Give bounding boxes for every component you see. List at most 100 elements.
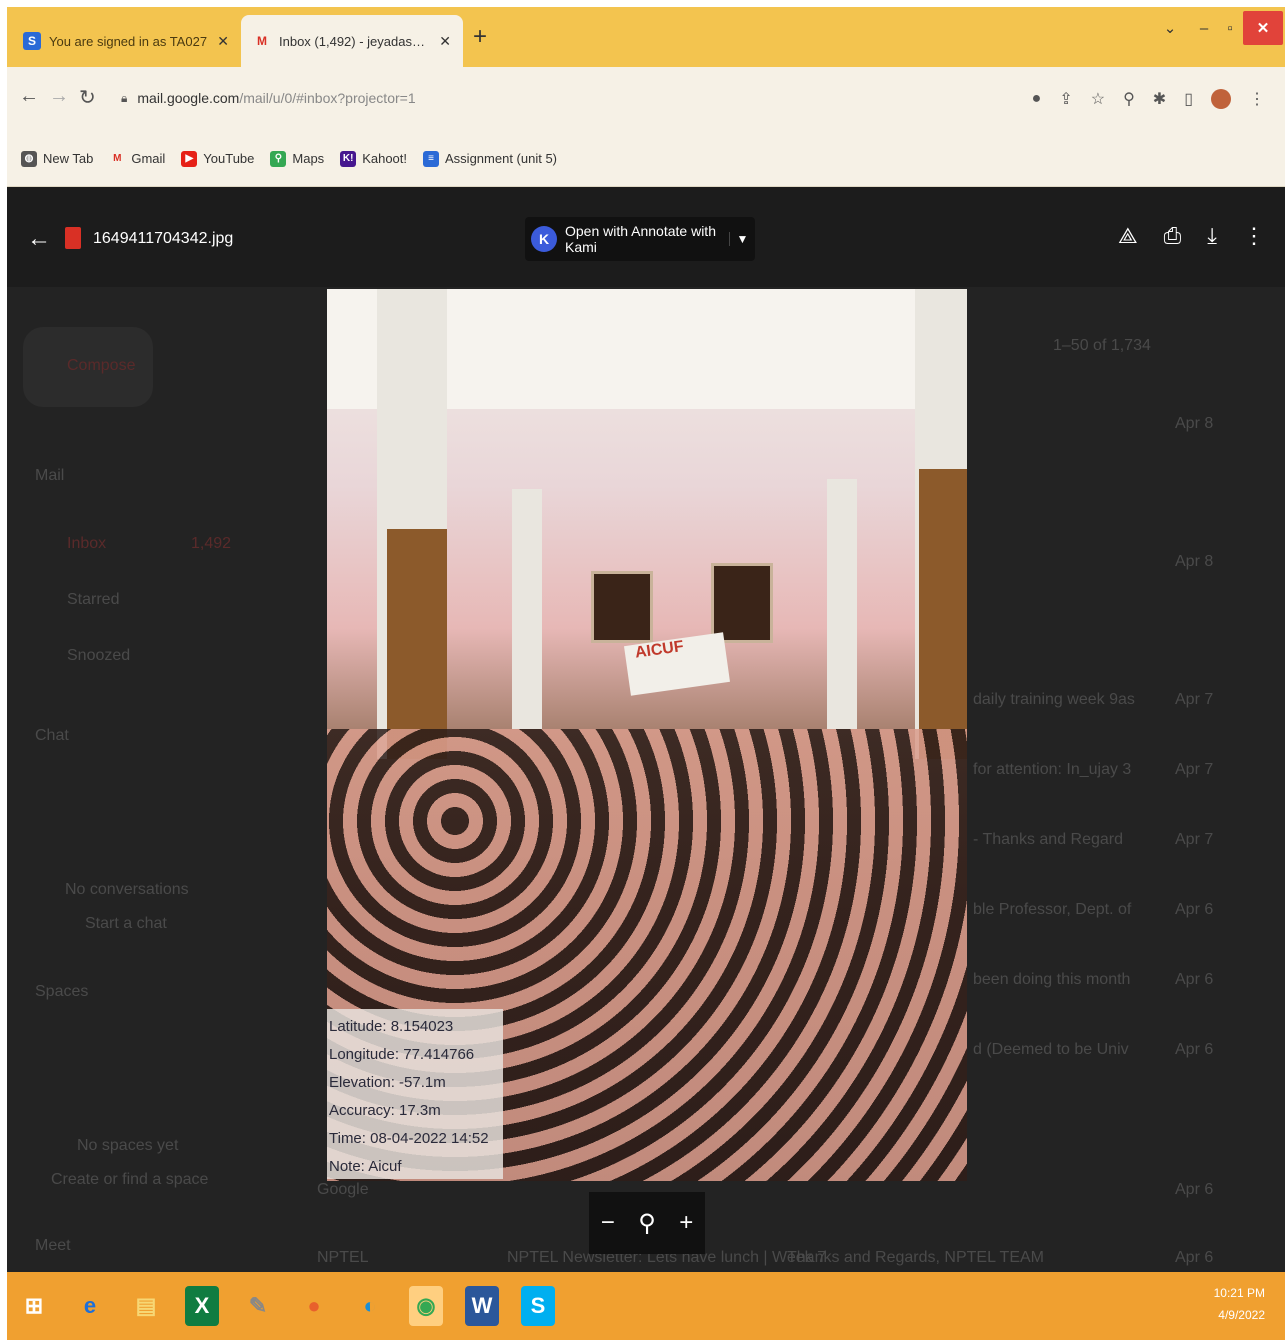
close-icon[interactable]: ✕ [217, 33, 229, 50]
tab-gmail-inbox[interactable]: M Inbox (1,492) - jeyadasy@holy... ✕ [241, 15, 463, 67]
firefox-icon[interactable]: ● [297, 1286, 331, 1326]
nav-starred[interactable]: Starred [67, 591, 119, 609]
star-icon[interactable]: ☆ [1091, 89, 1105, 109]
gmail-icon: M [113, 153, 122, 164]
browser-toolbar: ← → ↻ 🔒︎ mail.google.com/mail/u/0/#inbox… [7, 67, 1285, 131]
windows-taskbar: ⊞ e ▤ X ✎ ● ◐ ◉ W S 10:21 PM 4/9/2022 [7, 1272, 1285, 1340]
nav-chat[interactable]: Chat [35, 727, 69, 745]
side-panel-icon[interactable]: ▯ [1184, 89, 1193, 109]
edge-icon[interactable]: ◐ [353, 1286, 387, 1326]
download-icon[interactable]: ⤓ [1207, 223, 1217, 249]
excel-icon[interactable]: X [185, 1286, 219, 1326]
kami-icon: K [531, 226, 557, 252]
geotag-longitude: Longitude: 77.414766 [329, 1046, 475, 1063]
back-icon[interactable]: ← [19, 85, 39, 108]
bookmark-maps[interactable]: ⚲ Maps [270, 150, 325, 167]
nav-meet[interactable]: Meet [35, 1237, 71, 1255]
bookmark-new-tab[interactable]: ◍ New Tab [21, 150, 94, 167]
bookmark-label: Gmail [131, 151, 166, 166]
word-icon[interactable]: W [465, 1286, 499, 1326]
email-date: Apr 8 [1175, 415, 1214, 432]
zoom-in-button[interactable]: + [679, 1209, 693, 1237]
extensions-puzzle-icon[interactable]: ✱ [1153, 89, 1166, 109]
maximize-button[interactable]: ▫ [1217, 11, 1243, 45]
bookmark-assignment[interactable]: ≡ Assignment (unit 5) [423, 150, 558, 167]
open-with-button[interactable]: K Open with Annotate with Kami ▼ [525, 217, 755, 261]
profile-avatar[interactable] [1211, 89, 1231, 109]
email-snippet: for attention: In_ujay 3 [973, 761, 1132, 778]
photo-pillar-base [919, 469, 967, 759]
new-tab-button[interactable]: + [473, 23, 487, 51]
bookmark-label: Maps [292, 151, 325, 166]
email-sender: Google [317, 1181, 369, 1198]
nav-spaces[interactable]: Spaces [35, 983, 88, 1001]
pagination-text: 1–50 of 1,734 [1053, 337, 1151, 354]
dropdown-arrow-icon[interactable]: ▼ [729, 232, 755, 246]
nav-inbox[interactable]: Inbox [67, 535, 106, 553]
viewer-actions: ⟁ ⎙ ⤓ ⋮ [1118, 223, 1265, 249]
email-date: Apr 6 [1175, 1249, 1214, 1266]
paint-icon[interactable]: ✎ [241, 1286, 275, 1326]
globe-icon: ◍ [21, 150, 37, 167]
email-date: Apr 7 [1175, 691, 1214, 708]
bookmark-label: New Tab [43, 151, 94, 166]
geotag-latitude: Latitude: 8.154023 [329, 1018, 454, 1035]
clock-time: 10:21 PM [1213, 1286, 1265, 1300]
email-snippet: daily training week 9as [973, 691, 1135, 708]
skype-icon[interactable]: S [521, 1286, 555, 1326]
zoom-out-button[interactable]: − [601, 1209, 615, 1237]
bookmark-youtube[interactable]: ▶ YouTube [181, 150, 254, 167]
email-sender: NPTEL [317, 1249, 369, 1266]
email-snippet: been doing this month [973, 971, 1131, 988]
compose-label: Compose [67, 357, 136, 374]
chrome-icon[interactable]: ◉ [409, 1286, 443, 1326]
zoom-magnifier-icon[interactable]: ⚲ [638, 1209, 656, 1238]
tab-favicon-s: S [23, 32, 41, 50]
create-space-link[interactable]: Create or find a space [51, 1171, 208, 1189]
docs-icon: ≡ [423, 150, 440, 167]
internet-explorer-icon[interactable]: e [73, 1286, 107, 1326]
add-to-drive-icon[interactable]: ⟁ [1118, 223, 1138, 249]
inbox-count: 1,492 [191, 535, 232, 552]
geotag-time: Time: 08-04-2022 14:52 [329, 1130, 489, 1147]
menu-kebab-icon[interactable]: ⋮ [1249, 89, 1265, 109]
geotag-note: Note: Aicuf [329, 1158, 402, 1175]
kahoot-icon: K! [340, 150, 357, 167]
viewer-header: ← 1649411704342.jpg K Open with Annotate… [7, 187, 1285, 287]
image-viewer: Compose Mail Inbox 1,492 Starred Snoozed… [7, 187, 1285, 1272]
location-icon[interactable]: ● [1032, 90, 1042, 108]
start-chat-link[interactable]: Start a chat [85, 915, 167, 933]
bookmark-label: Assignment (unit 5) [445, 151, 558, 166]
bookmark-gmail[interactable]: M Gmail [109, 151, 165, 167]
geotag-elevation: Elevation: -57.1m [329, 1074, 446, 1091]
email-date: Apr 8 [1175, 553, 1214, 570]
system-clock[interactable]: 10:21 PM 4/9/2022 [1214, 1282, 1265, 1326]
email-date: Apr 6 [1175, 1181, 1214, 1198]
tab-signed-in[interactable]: S You are signed in as TA027 ✕ [11, 15, 241, 67]
no-conversations-text: No conversations [65, 881, 189, 898]
bookmark-kahoot[interactable]: K! Kahoot! [340, 150, 407, 167]
tab-title: You are signed in as TA027 [49, 33, 208, 49]
window-close-button[interactable]: ✕ [1243, 11, 1283, 45]
print-icon[interactable]: ⎙ [1164, 223, 1182, 249]
more-options-icon[interactable]: ⋮ [1243, 223, 1265, 249]
reload-icon[interactable]: ↻ [79, 85, 96, 110]
file-explorer-icon[interactable]: ▤ [129, 1286, 163, 1326]
nav-snoozed[interactable]: Snoozed [67, 647, 130, 665]
back-arrow-icon[interactable]: ← [27, 225, 51, 253]
email-date: Apr 6 [1175, 971, 1214, 988]
nav-mail[interactable]: Mail [35, 467, 64, 485]
share-icon[interactable]: ⇪ [1059, 89, 1072, 109]
close-icon[interactable]: ✕ [439, 33, 451, 50]
windows-start-icon[interactable]: ⊞ [17, 1286, 51, 1326]
email-date: Apr 7 [1175, 831, 1214, 848]
browser-window: S You are signed in as TA027 ✕ M Inbox (… [7, 7, 1285, 1340]
tab-title: Inbox (1,492) - jeyadasy@holy... [279, 33, 432, 49]
maps-extension-icon[interactable]: ⚲ [1123, 89, 1135, 109]
lock-icon[interactable]: 🔒︎ [121, 91, 127, 106]
forward-icon[interactable]: → [49, 85, 69, 108]
tab-search-chevron-icon[interactable]: ⌄ [1157, 11, 1183, 45]
maps-icon: ⚲ [270, 150, 287, 167]
photo-window [591, 571, 653, 643]
minimize-button[interactable]: – [1191, 11, 1217, 45]
